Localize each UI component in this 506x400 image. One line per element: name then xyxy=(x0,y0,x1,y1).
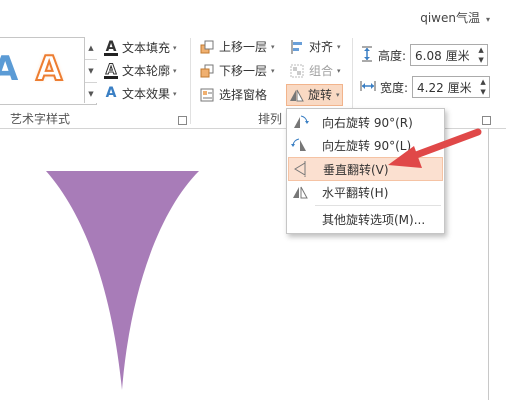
annotation-layer xyxy=(388,128,482,168)
red-arrow-head xyxy=(388,146,422,168)
red-arrow-shaft xyxy=(404,128,482,162)
